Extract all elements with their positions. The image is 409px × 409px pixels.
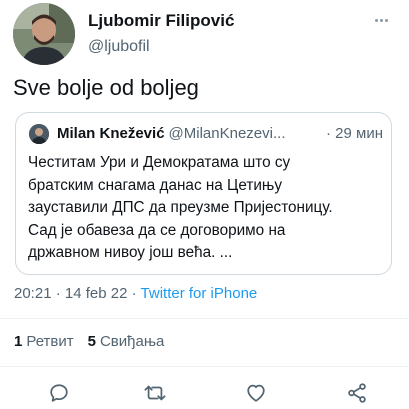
share-icon[interactable] [344, 380, 370, 406]
author-info: Ljubomir Filipović @ljubofil [88, 11, 234, 57]
quoted-text-line: Сад је обавеза да се договоримо на [28, 221, 286, 239]
quoted-text-line: братским снагама данас на Цетињу [28, 176, 282, 194]
tweet-date[interactable]: 14 feb 22 [65, 285, 128, 302]
quoted-header: Milan Knežević @MilanKnezevi... · 29 мин [57, 124, 387, 144]
tweet-meta: 20:21 · 14 feb 22 · Twitter for iPhone [14, 284, 257, 304]
quoted-text-line: зауставили ДПС да преузме Пријестоницу. [28, 199, 333, 216]
tweet-detail: Ljubomir Filipović @ljubofil Sve bolje o… [0, 0, 409, 409]
more-icon[interactable] [371, 12, 391, 28]
likes-label: Свиђања [99, 333, 165, 350]
quoted-author-name: Milan Knežević [57, 125, 165, 142]
tweet-source-link[interactable]: Twitter for iPhone [141, 285, 258, 302]
tweet-actions [0, 380, 409, 408]
quoted-text-line: државном нивоу још већа. ... [28, 244, 233, 261]
divider [0, 366, 409, 367]
quoted-time: 29 мин [335, 125, 383, 142]
divider [0, 318, 409, 319]
likes-count: 5 [87, 333, 96, 350]
quoted-time-wrap: · 29 мин [324, 124, 383, 144]
quoted-text-line: Честитам Ури и Демократама што су [28, 154, 291, 171]
author-name[interactable]: Ljubomir Filipović [88, 11, 234, 31]
quoted-author-avatar [29, 124, 49, 144]
retweets-label: Ретвит [26, 333, 74, 350]
meta-separator: · [131, 285, 137, 302]
quoted-text: Честитам Ури и Демократама што су братск… [28, 152, 384, 265]
quoted-tweet[interactable]: Milan Knežević @MilanKnezevi... · 29 мин … [15, 112, 392, 275]
likes-stat[interactable]: 5 Свиђања [88, 333, 165, 350]
retweets-stat[interactable]: 1 Ретвит [14, 333, 74, 350]
heart-icon[interactable] [243, 380, 269, 406]
tweet-text: Sve bolje od boljeg [13, 75, 199, 100]
quoted-author-handle: @MilanKnezevi... [168, 125, 286, 142]
author-handle[interactable]: @ljubofil [88, 37, 234, 57]
reply-icon[interactable] [46, 380, 72, 406]
retweets-count: 1 [14, 333, 23, 350]
tweet-time[interactable]: 20:21 [14, 285, 52, 302]
quoted-time-separator: · [326, 125, 331, 142]
retweet-icon[interactable] [142, 380, 168, 406]
tweet-stats: 1 Ретвит 5 Свиђања [14, 332, 164, 352]
meta-separator: · [55, 285, 61, 302]
author-avatar[interactable] [13, 3, 75, 65]
